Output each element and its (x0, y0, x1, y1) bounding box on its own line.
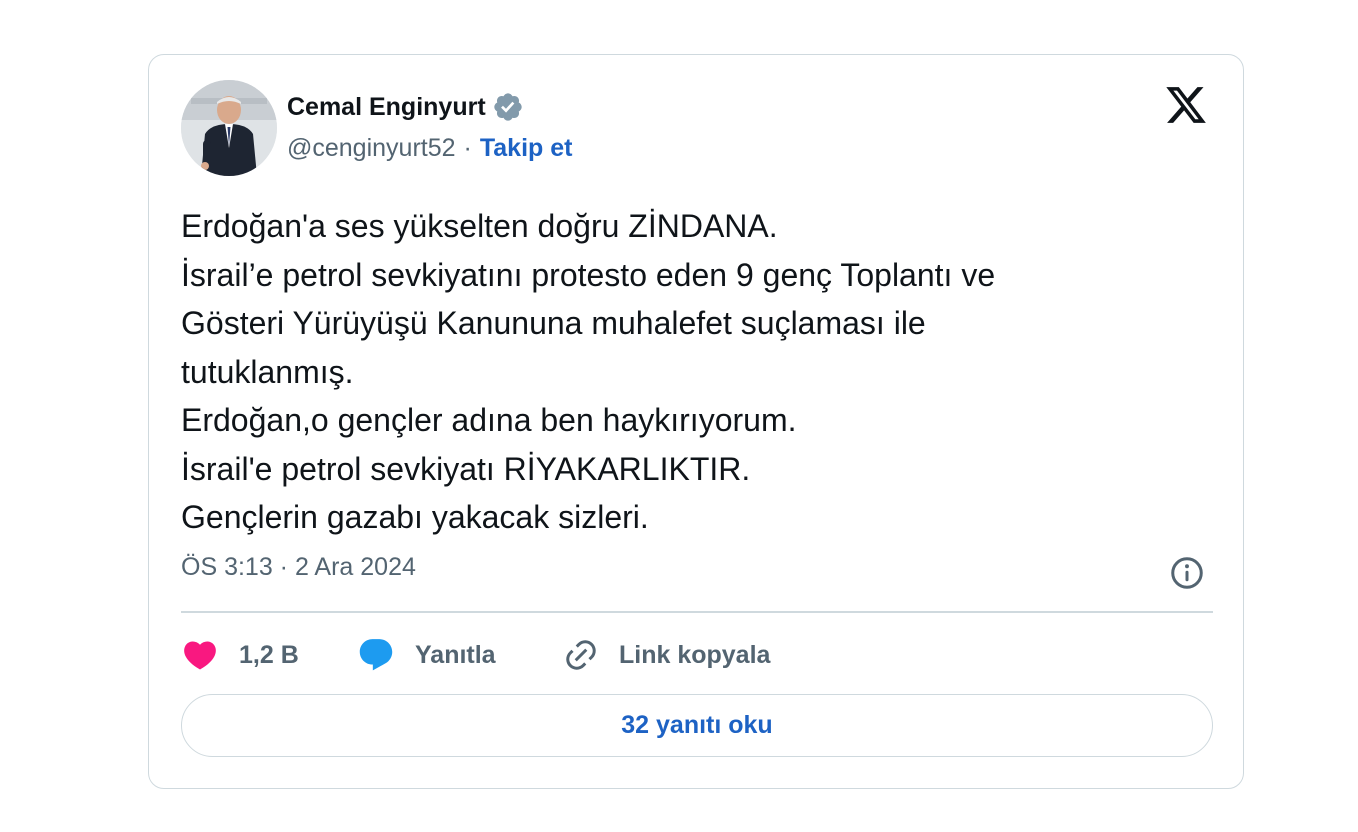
author-handle[interactable]: @cenginyurt52 (287, 134, 456, 163)
author-name-row: Cemal Enginyurt (287, 89, 524, 125)
copy-link-button[interactable]: Link kopyala (563, 637, 770, 673)
heart-icon (181, 636, 219, 674)
verified-badge-icon (492, 91, 524, 123)
x-logo-icon[interactable] (1163, 83, 1209, 127)
read-replies-button[interactable]: 32 yanıtı oku (181, 694, 1213, 757)
read-replies-label: 32 yanıtı oku (621, 711, 773, 739)
reply-button[interactable]: Yanıtla (357, 636, 563, 674)
follow-button[interactable]: Takip et (480, 134, 573, 163)
tweet-timestamp[interactable]: ÖS 3:13 · 2 Ara 2024 (181, 553, 416, 582)
tweet-text-line: Gösteri Yürüyüşü Kanununa muhalefet suçl… (181, 305, 926, 341)
reply-bubble-icon (357, 636, 395, 674)
link-icon (563, 637, 599, 673)
tweet-text-line: İsrail'e petrol sevkiyatı RİYAKARLIKTIR. (181, 450, 751, 487)
like-count: 1,2 B (239, 640, 299, 669)
separator-dot: · (463, 133, 472, 162)
tweet-actions: 1,2 B Yanıtla Link kopyala (181, 635, 770, 675)
like-button[interactable]: 1,2 B (181, 636, 357, 674)
tweet-text-line: İsrail’e petrol sevkiyatını protesto ede… (181, 256, 996, 293)
tweet-text-line: Erdoğan'a ses yükselten doğru ZİNDANA. (181, 208, 778, 244)
reply-label: Yanıtla (415, 640, 496, 669)
tweet-text-line: tutuklanmış. (181, 353, 354, 390)
tweet-text: Erdoğan'a ses yükselten doğru ZİNDANA. İ… (181, 202, 1221, 542)
copy-link-label: Link kopyala (619, 640, 771, 669)
author-handle-row: @cenginyurt52 · Takip et (287, 131, 572, 165)
tweet-text-line: Gençlerin gazabı yakacak sizleri. (181, 499, 649, 535)
divider (181, 611, 1213, 613)
tweet-embed-card: Cemal Enginyurt @cenginyurt52 · Takip et… (148, 54, 1244, 789)
info-icon[interactable] (1169, 555, 1205, 591)
tweet-text-line: Erdoğan,o gençler adına ben haykırıyorum… (181, 402, 797, 438)
author-avatar[interactable] (181, 80, 277, 176)
author-display-name[interactable]: Cemal Enginyurt (287, 93, 486, 122)
